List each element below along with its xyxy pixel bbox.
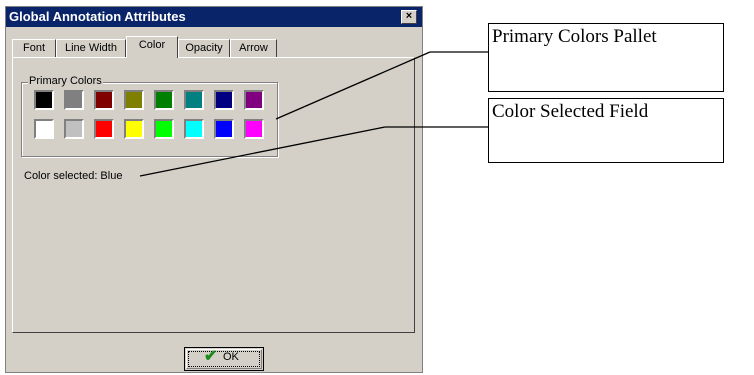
ok-label: OK [223,351,239,363]
color-swatch[interactable] [64,90,84,110]
color-selected-field: Color selected: Blue [24,170,123,182]
tab-font[interactable]: Font [12,39,56,57]
color-swatch[interactable] [154,90,174,110]
primary-colors-group [21,82,278,157]
dialog-title: Global Annotation Attributes [9,9,186,24]
color-swatch[interactable] [214,119,234,139]
tab-color[interactable]: Color [126,36,178,58]
color-swatch[interactable] [154,119,174,139]
color-swatch[interactable] [94,119,114,139]
ok-button[interactable]: ✔ OK [184,347,264,371]
callout-primary-colors-pallet: Primary Colors Pallet [488,23,724,92]
color-swatch[interactable] [244,119,264,139]
color-swatch[interactable] [184,90,204,110]
tab-opacity[interactable]: Opacity [178,39,230,57]
close-button[interactable]: × [401,10,417,24]
color-swatch[interactable] [184,119,204,139]
color-swatch[interactable] [34,90,54,110]
color-swatch[interactable] [34,119,54,139]
global-annotation-dialog: Global Annotation Attributes × Font Line… [5,6,423,373]
color-swatch[interactable] [214,90,234,110]
color-swatch[interactable] [244,90,264,110]
color-swatch[interactable] [124,90,144,110]
checkmark-icon: ✔ [204,348,218,365]
color-swatch[interactable] [64,119,84,139]
dialog-titlebar: Global Annotation Attributes × [6,7,422,27]
tab-arrow[interactable]: Arrow [230,39,277,57]
color-swatch[interactable] [94,90,114,110]
primary-colors-label: Primary Colors [28,75,103,88]
color-swatch[interactable] [124,119,144,139]
close-icon: × [405,10,413,22]
tab-line-width[interactable]: Line Width [56,39,126,57]
callout-color-selected-field: Color Selected Field [488,98,724,163]
